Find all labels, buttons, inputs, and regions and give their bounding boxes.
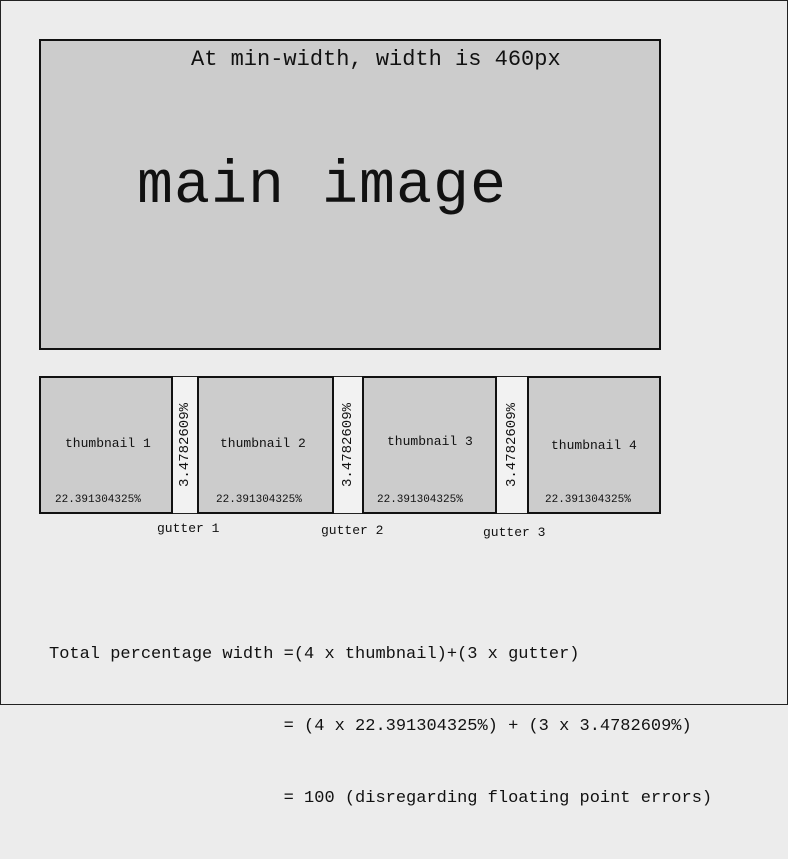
gutter-3-label: gutter 3 xyxy=(483,525,546,540)
gutter-1-label: gutter 1 xyxy=(157,521,220,536)
gutter-2-value: 3.4782609% xyxy=(340,402,356,488)
thumbnail-1-label: thumbnail 1 xyxy=(65,436,151,451)
gutter-1-box: 3.4782609% xyxy=(173,376,197,514)
formula-line-1: Total percentage width =(4 x thumbnail)+… xyxy=(49,645,580,664)
diagram-frame: At min-width, width is 460px main image … xyxy=(0,0,788,808)
gutter-3-value: 3.4782609% xyxy=(504,402,520,488)
thumbnail-3-percent: 22.391304325% xyxy=(377,494,463,506)
thumbnail-3-box: thumbnail 3 22.391304325% xyxy=(362,376,497,514)
thumbnail-2-label: thumbnail 2 xyxy=(220,436,306,451)
formula-line-2: = (4 x 22.391304325%) + (3 x 3.4782609%) xyxy=(49,717,692,736)
total-width-formula: Total percentage width =(4 x thumbnail)+… xyxy=(49,595,712,859)
thumbnail-4-percent: 22.391304325% xyxy=(545,494,631,506)
thumbnail-4-label: thumbnail 4 xyxy=(551,438,637,453)
thumbnail-1-percent: 22.391304325% xyxy=(55,494,141,506)
main-image-caption: At min-width, width is 460px xyxy=(191,47,561,72)
thumbnail-1-box: thumbnail 1 22.391304325% xyxy=(39,376,173,514)
main-image-label: main image xyxy=(137,153,508,221)
main-image-box: At min-width, width is 460px main image xyxy=(39,39,661,350)
thumbnail-2-box: thumbnail 2 22.391304325% xyxy=(197,376,334,514)
formula-line-3: = 100 (disregarding floating point error… xyxy=(49,789,713,808)
thumbnail-2-percent: 22.391304325% xyxy=(216,494,302,506)
gutter-2-label: gutter 2 xyxy=(321,523,384,538)
gutter-3-box: 3.4782609% xyxy=(497,376,527,514)
thumbnail-3-label: thumbnail 3 xyxy=(387,434,473,449)
gutter-1-value: 3.4782609% xyxy=(177,402,193,488)
gutter-2-box: 3.4782609% xyxy=(334,376,362,514)
thumbnail-4-box: thumbnail 4 22.391304325% xyxy=(527,376,661,514)
